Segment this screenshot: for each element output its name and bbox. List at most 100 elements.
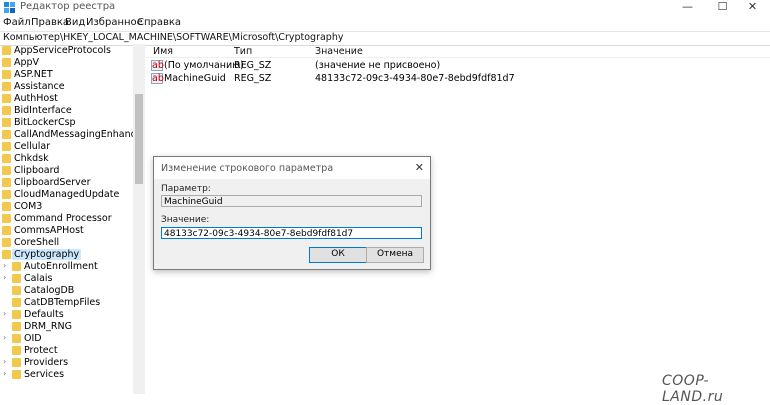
folder-icon (12, 298, 21, 307)
folder-icon (2, 202, 11, 211)
tree-item-label: BitLockerCsp (14, 117, 76, 128)
chevron-right-icon[interactable]: › (3, 273, 6, 282)
scrollbar-thumb[interactable] (135, 94, 143, 184)
tree-item-label: AppServiceProtocols (14, 45, 111, 56)
tree-item-label: CommsAPHost (14, 225, 84, 236)
folder-icon (2, 46, 11, 55)
chevron-right-icon[interactable]: › (3, 261, 6, 270)
column-value[interactable]: Значение (315, 46, 363, 57)
table-row[interactable]: ab MachineGuid REG_SZ 48133c72-09c3-4934… (146, 73, 770, 85)
address-path: Компьютер\HKEY_LOCAL_MACHINE\SOFTWARE\Mi… (3, 32, 344, 43)
watermark: COOP-LAND.ru (662, 373, 724, 405)
tree-item-label: Defaults (24, 309, 64, 320)
folder-icon (12, 286, 21, 295)
tree-item-label: Providers (24, 357, 69, 368)
tree-item-label: CallAndMessagingEnhancement (14, 129, 133, 140)
table-row[interactable]: ab (По умолчанию) REG_SZ (значение не пр… (146, 60, 770, 72)
folder-icon (12, 310, 21, 319)
param-label: Параметр: (161, 184, 211, 194)
tree-item-label: Assistance (14, 81, 65, 92)
tree-item-label: CloudManagedUpdate (14, 189, 120, 200)
folder-icon (12, 334, 21, 343)
tree-item-label: Chkdsk (14, 153, 49, 164)
tree-item-label: Command Processor (14, 213, 112, 224)
tree-item-label: AppV (14, 57, 40, 68)
row-name: (По умолчанию) (164, 60, 244, 71)
folder-icon (2, 238, 11, 247)
menu-favorites[interactable]: Избранное (86, 17, 143, 28)
tree-item-label: Calais (24, 273, 53, 284)
tree-item-label: CoreShell (14, 237, 60, 248)
folder-icon (2, 106, 11, 115)
folder-icon (2, 58, 11, 67)
tree-item-label: Cryptography (12, 249, 82, 260)
tree-item-label: CatalogDB (24, 285, 75, 296)
string-value-icon: ab (151, 60, 164, 71)
chevron-right-icon[interactable]: › (3, 309, 6, 318)
menu-help[interactable]: Справка (137, 17, 181, 28)
tree-item-label: CatDBTempFiles (24, 297, 101, 308)
close-icon[interactable]: ✕ (735, 0, 770, 15)
chevron-right-icon[interactable]: › (3, 333, 6, 342)
tree-item-label: Clipboard (14, 165, 60, 176)
folder-icon (12, 346, 21, 355)
row-type: REG_SZ (234, 60, 272, 71)
column-type[interactable]: Тип (234, 46, 252, 57)
cancel-button[interactable]: Отмена (366, 247, 424, 263)
tree-item-label: Protect (24, 345, 58, 356)
ok-button[interactable]: ОК (309, 247, 367, 263)
folder-icon (2, 142, 11, 151)
row-name: MachineGuid (164, 73, 226, 84)
menu-view[interactable]: Вид (65, 17, 85, 28)
tree-item-label: Services (24, 369, 65, 380)
minimize-icon[interactable]: — (670, 0, 705, 15)
list-header: Имя Тип Значение (146, 44, 770, 58)
tree-item-label: ASP.NET (14, 69, 53, 80)
row-value: (значение не присвоено) (315, 60, 441, 71)
registry-tree: AppServiceProtocols AppV ASP.NET Assista… (0, 44, 134, 394)
folder-icon (2, 130, 11, 139)
folder-icon (2, 70, 11, 79)
tree-item-label: DRM_RNG (24, 321, 72, 332)
folder-icon (12, 274, 21, 283)
folder-icon (2, 250, 11, 259)
row-type: REG_SZ (234, 73, 272, 84)
folder-icon (2, 118, 11, 127)
value-data-input[interactable]: 48133c72-09c3-4934-80e7-8ebd9fdf81d7 (161, 227, 422, 239)
tree-item-label: OID (24, 333, 42, 344)
string-value-icon: ab (151, 73, 164, 84)
value-label: Значение: (161, 215, 210, 225)
dialog-title: Изменение строкового параметра (161, 163, 334, 174)
window-title: Редактор реестра (20, 1, 116, 12)
tree-item-label: Cellular (14, 141, 51, 152)
menu-bar: Файл Правка Вид Избранное Справка (0, 15, 770, 31)
folder-icon (2, 226, 11, 235)
folder-icon (12, 358, 21, 367)
row-value: 48133c72-09c3-4934-80e7-8ebd9fdf81d7 (315, 73, 515, 84)
folder-icon (12, 322, 21, 331)
menu-file[interactable]: Файл (3, 17, 31, 28)
chevron-right-icon[interactable]: › (3, 357, 6, 366)
folder-icon (12, 370, 21, 379)
tree-item-label: COM3 (14, 201, 43, 212)
tree-scrollbar[interactable] (133, 44, 145, 394)
folder-icon (2, 154, 11, 163)
column-name[interactable]: Имя (153, 46, 173, 57)
menu-edit[interactable]: Правка (31, 17, 69, 28)
title-bar: Редактор реестра — ☐ ✕ (0, 0, 770, 15)
close-icon[interactable]: ✕ (415, 161, 424, 174)
tree-item-label: ClipboardServer (14, 177, 91, 188)
tree-item-label: AutoEnrollment (24, 261, 98, 272)
dialog-title-bar: Изменение строкового параметра ✕ (154, 157, 430, 179)
folder-icon (2, 94, 11, 103)
chevron-right-icon[interactable]: › (3, 369, 6, 378)
folder-icon (2, 190, 11, 199)
registry-editor-icon (4, 2, 15, 13)
tree-item-label: AuthHost (14, 93, 58, 104)
folder-icon (2, 214, 11, 223)
tree-item-label: BidInterface (14, 105, 72, 116)
folder-icon (2, 82, 11, 91)
folder-icon (12, 262, 21, 271)
folder-icon (2, 178, 11, 187)
param-name-field: MachineGuid (161, 195, 422, 207)
